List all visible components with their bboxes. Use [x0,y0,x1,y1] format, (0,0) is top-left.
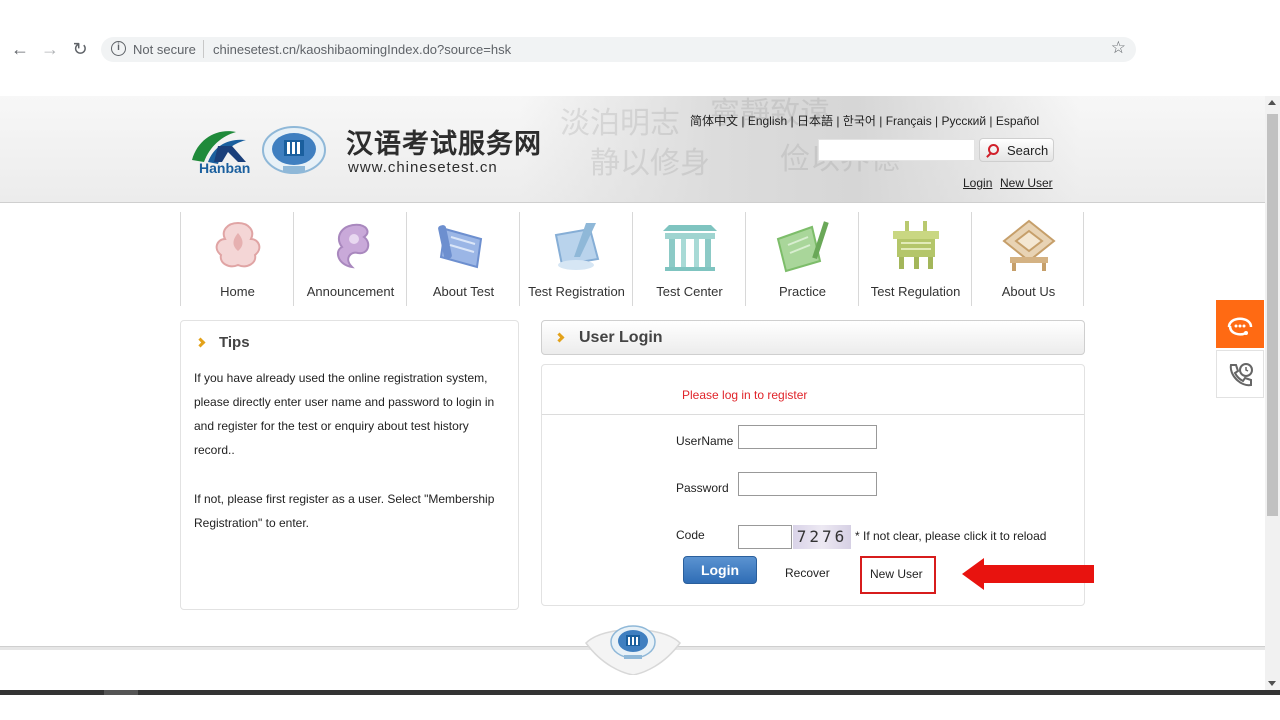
login-divider [542,414,1084,415]
lang-simplified-chinese[interactable]: 简体中文 [690,114,738,128]
nav-label-about-us: About Us [1001,284,1056,299]
tips-title: Tips [219,334,250,351]
tips-paragraph-1: If you have already used the online regi… [194,371,495,457]
captcha-hint: * If not clear, please click it to reloa… [855,529,1047,543]
nav-label-test-registration: Test Registration [528,284,625,299]
nav-label-test-regulation: Test Regulation [870,284,961,299]
hanban-logo-text: Hanban [199,160,251,176]
captcha-image[interactable]: 7276 [793,525,851,549]
omnibox-separator [203,40,204,58]
nav-item-about-us[interactable]: About Us [971,212,1084,306]
nav-label-home: Home [220,284,255,299]
registration-icon [554,223,600,270]
annotation-arrow-head-icon [962,558,984,590]
search-icon [988,144,999,155]
url-text[interactable]: chinesetest.cn/kaoshibaomingIndex.do?sou… [213,42,511,57]
username-input[interactable] [738,425,877,449]
address-bar[interactable]: i Not secure chinesetest.cn/kaoshibaomin… [101,37,1136,62]
lang-korean[interactable]: 한국어 [843,114,876,128]
login-button[interactable]: Login [683,556,757,584]
nav-item-test-center[interactable]: Test Center [632,212,745,306]
home-icon [215,221,261,268]
search-button-label: Search [1007,143,1049,158]
nav-item-test-regulation[interactable]: Test Regulation [858,212,971,306]
online-support-button[interactable] [1216,300,1264,348]
nav-label-test-center: Test Center [656,284,723,299]
scroll-up-arrow-icon[interactable] [1268,100,1276,105]
bottom-taskbar [0,690,1280,720]
taskbar-strip [0,690,1280,695]
announcement-icon [336,223,370,269]
nav-label-practice: Practice [779,284,826,299]
nav-item-test-registration[interactable]: Test Registration [519,212,632,306]
recover-link[interactable]: Recover [785,566,830,580]
login-notice: Please log in to register [682,388,808,402]
scroll-down-arrow-icon[interactable] [1268,681,1276,686]
language-switcher: 简体中文 | English | 日本語 | 한국어 | Français | … [690,114,1040,128]
info-icon[interactable]: i [111,41,126,56]
browser-chrome: ← → ↻ i Not secure chinesetest.cn/kaoshi… [0,0,1280,96]
nav-item-practice[interactable]: Practice [745,212,858,306]
code-label: Code [676,528,705,542]
page-scrollbar[interactable] [1265,96,1280,690]
lang-english[interactable]: English [748,114,787,128]
seal-icon [1002,219,1056,271]
scroll-icon [438,225,483,269]
captcha-input[interactable] [738,525,792,549]
tips-panel: Tips If you have already used the online… [180,320,519,610]
lang-french[interactable]: Français [886,114,932,128]
nav-label-about-test: About Test [432,284,495,299]
nav-label-announcement: Announcement [306,284,395,299]
site-url-text: www.chinesetest.cn [348,159,498,176]
scroll-thumb[interactable] [1267,114,1278,516]
bronze-vessel-icon [893,221,939,269]
back-arrow-icon[interactable]: ← [9,38,31,60]
site-title: 汉语考试服务网 [346,129,542,160]
brush-icon [776,221,829,273]
site-header: 淡泊明志 寧靜致遠 静以修身 俭以养德 Hanban 汉语考试服务网 www.c… [0,96,1265,203]
tips-paragraph-2: If not, please first register as a user.… [194,492,495,530]
main-nav: Home Announcement About Test Test Regist… [180,212,1085,306]
reload-icon[interactable]: ↻ [69,38,91,60]
password-input[interactable] [738,472,877,496]
forward-arrow-icon[interactable]: → [39,38,61,60]
username-label: UserName [676,434,734,448]
chevron-right-icon [554,332,565,343]
gate-icon [663,225,717,271]
callback-button[interactable] [1216,350,1264,398]
nav-item-about-test[interactable]: About Test [406,212,519,306]
chevron-right-icon [195,337,206,348]
lang-japanese[interactable]: 日本語 [797,114,833,128]
search-input[interactable] [818,139,975,161]
lang-spanish[interactable]: Español [996,114,1039,128]
password-label: Password [676,481,729,495]
nav-item-home[interactable]: Home [180,212,293,306]
headset-icon [1227,317,1253,336]
new-user-highlight-box: New User [860,556,936,594]
bookmark-star-icon[interactable]: ☆ [1111,38,1126,58]
search-button[interactable]: Search [979,138,1054,162]
taskbar-tab[interactable] [104,690,138,695]
new-user-link[interactable]: New User [870,567,923,581]
header-new-user-link[interactable]: New User [1000,176,1053,190]
user-login-title: User Login [579,329,663,346]
confucius-institute-seal-icon [262,126,326,174]
nav-item-announcement[interactable]: Announcement [293,212,406,306]
header-login-link[interactable]: Login [963,176,992,190]
phone-clock-icon [1229,363,1253,387]
lang-russian[interactable]: Русский [942,114,987,128]
user-login-header: User Login [541,320,1085,355]
footer-emblem-icon [585,625,681,675]
annotation-arrow-shaft [980,565,1094,583]
security-label: Not secure [133,42,196,57]
